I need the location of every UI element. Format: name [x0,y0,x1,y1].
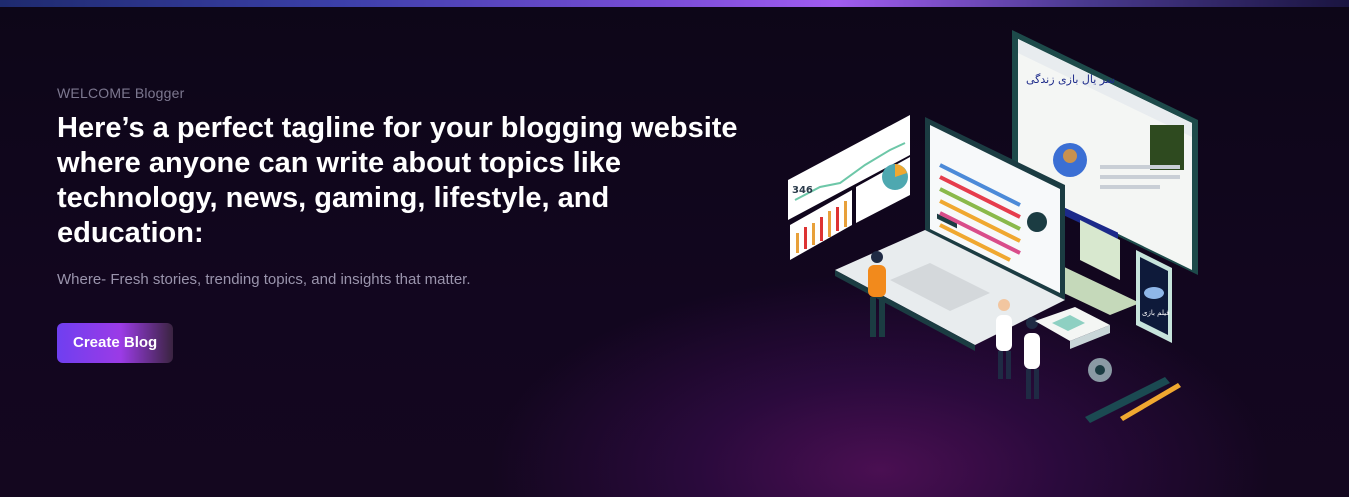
gear-icon [1088,358,1112,382]
image-card [1035,307,1110,349]
hero-headline: Here’s a perfect tagline for your bloggi… [57,112,738,249]
top-gradient-bar [0,0,1349,7]
pen-and-ruler [1085,377,1181,423]
website-heading: سر یال بازی زندگی [1026,73,1115,86]
smartphone: فیلم بازی [1136,250,1172,343]
hero-subtitle: Where- Fresh stories, trending topics, a… [57,271,471,288]
hero-section: WELCOME Blogger Here’s a perfect tagline… [57,85,777,363]
dashboard-number: 346 [792,185,813,196]
analytics-panels: 346 [788,115,910,260]
phone-caption: فیلم بازی [1142,309,1170,317]
welcome-label: WELCOME Blogger [57,85,185,101]
hero-illustration: سر یال بازی زندگی 346 فیلم بازی [788,30,1198,423]
create-blog-button[interactable]: Create Blog [57,323,174,363]
